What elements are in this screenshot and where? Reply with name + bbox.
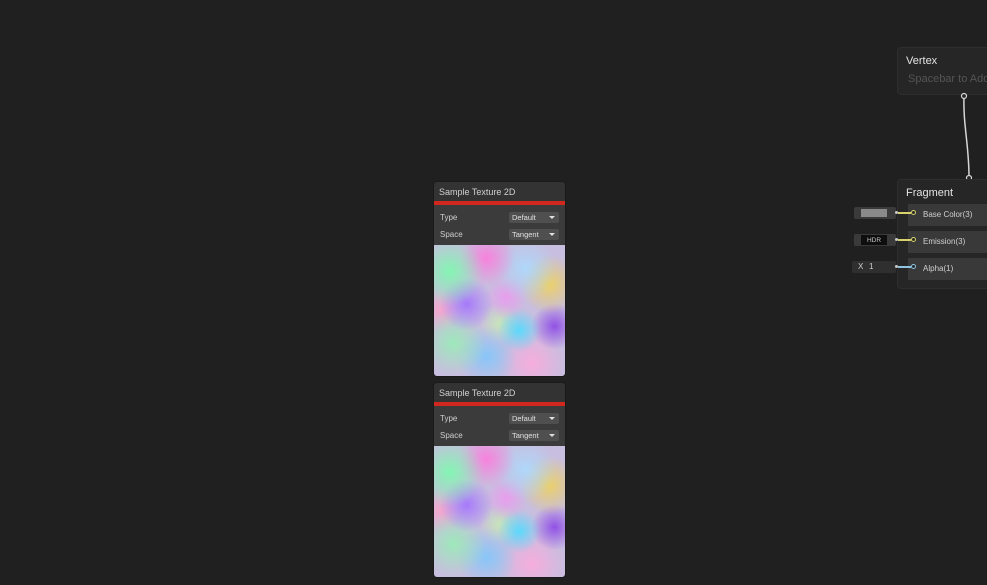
property-row-space: Space Tangent: [440, 427, 559, 444]
connector-wire: [898, 239, 911, 241]
property-label: Space: [440, 230, 463, 239]
type-dropdown[interactable]: Default: [509, 413, 559, 424]
space-dropdown[interactable]: Tangent: [509, 430, 559, 441]
connector-wire: [898, 212, 911, 214]
sample-texture-node[interactable]: Sample Texture 2D Type Default Space Tan…: [434, 383, 565, 577]
alpha-block[interactable]: Alpha(1): [908, 258, 987, 280]
vertex-placeholder: Spacebar to Add: [908, 73, 987, 85]
block-label: Base Color(3): [923, 210, 973, 219]
hdr-color-field[interactable]: HDR: [861, 235, 887, 245]
emission-port[interactable]: [911, 237, 916, 242]
node-properties: Type Default Space Tangent: [434, 406, 565, 446]
node-title[interactable]: Sample Texture 2D: [434, 383, 565, 402]
property-row-type: Type Default: [440, 410, 559, 427]
fragment-context[interactable]: Fragment Base Color(3) Emission(3) Alpha…: [897, 179, 987, 289]
type-dropdown[interactable]: Default: [509, 212, 559, 223]
emission-input[interactable]: HDR: [854, 234, 896, 246]
alpha-input[interactable]: X 1: [852, 261, 896, 273]
sample-texture-node[interactable]: Sample Texture 2D Type Default Space Tan…: [434, 182, 565, 376]
dropdown-value: Tangent: [512, 230, 539, 239]
texture-preview: [434, 245, 565, 376]
dropdown-value: Default: [512, 213, 536, 222]
color-swatch[interactable]: [861, 209, 887, 217]
graph-canvas[interactable]: Sample Texture 2D Type Default Space Tan…: [0, 0, 987, 585]
property-label: Type: [440, 414, 458, 423]
dropdown-value: Tangent: [512, 431, 539, 440]
base-color-input[interactable]: [854, 207, 896, 219]
connector-wire: [898, 266, 911, 268]
fragment-title: Fragment: [906, 187, 954, 199]
node-title[interactable]: Sample Texture 2D: [434, 182, 565, 201]
emission-block[interactable]: Emission(3): [908, 231, 987, 253]
block-label: Emission(3): [923, 237, 966, 246]
base-color-port[interactable]: [911, 210, 916, 215]
base-color-block[interactable]: Base Color(3): [908, 204, 987, 226]
dropdown-value: Default: [512, 414, 536, 423]
alpha-value[interactable]: 1: [869, 262, 873, 271]
property-label: Type: [440, 213, 458, 222]
vertex-title: Vertex: [906, 55, 938, 67]
property-row-space: Space Tangent: [440, 226, 559, 243]
caret-down-icon: [549, 233, 555, 236]
property-row-type: Type Default: [440, 209, 559, 226]
block-label: Alpha(1): [923, 264, 954, 273]
alpha-port[interactable]: [911, 264, 916, 269]
caret-down-icon: [549, 417, 555, 420]
texture-preview: [434, 446, 565, 577]
caret-down-icon: [549, 216, 555, 219]
vertex-context[interactable]: Vertex Spacebar to Add: [897, 47, 987, 95]
property-label: Space: [440, 431, 463, 440]
space-dropdown[interactable]: Tangent: [509, 229, 559, 240]
alpha-axis-label: X: [858, 262, 864, 271]
caret-down-icon: [549, 434, 555, 437]
node-properties: Type Default Space Tangent: [434, 205, 565, 245]
context-flow-wire: [960, 92, 973, 182]
